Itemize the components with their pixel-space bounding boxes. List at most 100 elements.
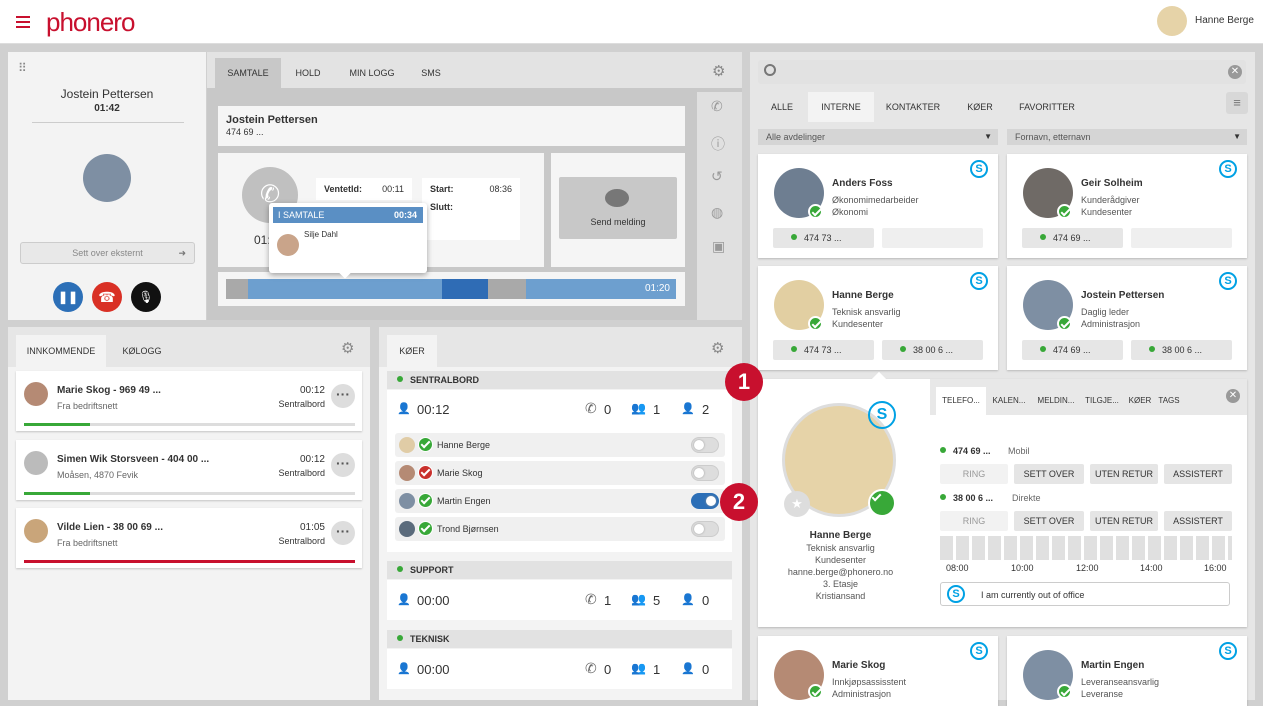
- tab-koer[interactable]: KØER: [956, 92, 1004, 122]
- transfer-button[interactable]: SETT OVER: [1014, 511, 1084, 531]
- assisted-transfer-button[interactable]: ASSISTERT: [1164, 511, 1232, 531]
- clipboard-icon[interactable]: ▣: [712, 238, 725, 255]
- department-select[interactable]: Alle avdelinger ▼: [758, 129, 998, 145]
- incoming-queue: Sentralbord: [278, 399, 325, 409]
- detail-floor: 3. Etasje: [822, 579, 859, 589]
- queue-toggle[interactable]: [691, 465, 719, 481]
- call-number-button[interactable]: 474 69 ...: [1022, 228, 1123, 248]
- hour-label: 10:00: [1011, 563, 1034, 573]
- call-number-button[interactable]: [1131, 228, 1232, 248]
- call-popup[interactable]: I SAMTALE 00:34 Silje Dahl: [269, 203, 427, 279]
- transfer-no-return-button[interactable]: UTEN RETUR: [1090, 464, 1158, 484]
- gear-icon[interactable]: ⚙: [711, 339, 724, 357]
- detail-email[interactable]: hanne.berge@phonero.no: [758, 567, 923, 577]
- calendar-strip: [940, 536, 1232, 560]
- tab-min-logg[interactable]: MIN LOGG: [337, 58, 407, 88]
- pause-button[interactable]: ❚❚: [53, 282, 83, 312]
- tab-innkommende[interactable]: INNKOMMENDE: [16, 335, 106, 367]
- transfer-button[interactable]: SETT OVER: [1014, 464, 1084, 484]
- tab-telefon[interactable]: TELEFO...: [936, 387, 986, 415]
- tab-samtale[interactable]: SAMTALE: [215, 58, 281, 88]
- ring-button[interactable]: RING: [940, 511, 1008, 531]
- tab-interne[interactable]: INTERNE: [808, 92, 874, 122]
- group-icon: 👥: [631, 592, 646, 606]
- more-button[interactable]: ···: [331, 453, 355, 477]
- logo[interactable]: phonero: [46, 7, 135, 38]
- more-button[interactable]: ···: [331, 521, 355, 545]
- search-bar[interactable]: ✕: [758, 60, 1246, 84]
- hour-label: 08:00: [946, 563, 969, 573]
- name-sort-select[interactable]: Fornavn, etternavn ▼: [1007, 129, 1247, 145]
- call-number-button[interactable]: 474 73 ...: [773, 228, 874, 248]
- globe-icon[interactable]: ◍: [711, 204, 723, 221]
- dialpad-icon[interactable]: ⠿: [18, 62, 32, 74]
- transfer-no-return-button[interactable]: UTEN RETUR: [1090, 511, 1158, 531]
- contact-title: Økonomimedarbeider: [832, 195, 919, 205]
- contact-card[interactable]: S Marie Skog Innkjøpsassisstent Administ…: [758, 636, 998, 706]
- phone-icon[interactable]: ✆: [711, 98, 723, 115]
- contact-card[interactable]: S Geir Solheim Kunderådgiver Kundesenter…: [1007, 154, 1247, 258]
- tab-koer[interactable]: KØER: [387, 335, 437, 367]
- tab-kalender[interactable]: KALEN...: [988, 387, 1030, 415]
- tab-alle[interactable]: ALLE: [762, 92, 802, 122]
- queue-header[interactable]: SUPPORT: [387, 561, 732, 579]
- close-icon[interactable]: ✕: [1226, 389, 1240, 403]
- call-number-button[interactable]: 38 00 6 ...: [882, 340, 983, 360]
- queue-header[interactable]: TEKNISK: [387, 630, 732, 648]
- tab-favoritter[interactable]: FAVORITTER: [1012, 92, 1082, 122]
- hour-label: 12:00: [1076, 563, 1099, 573]
- favorite-star-icon[interactable]: ★: [784, 491, 810, 517]
- call-number-button[interactable]: 474 73 ...: [773, 340, 874, 360]
- wait-label: VentetId:: [324, 184, 363, 194]
- contact-card[interactable]: S Hanne Berge Teknisk ansvarlig Kundesen…: [758, 266, 998, 370]
- search-icon[interactable]: [764, 64, 776, 76]
- call-number-button[interactable]: 474 69 ...: [1022, 340, 1123, 360]
- gear-icon[interactable]: ⚙: [341, 339, 354, 357]
- popup-time: 00:34: [393, 210, 417, 220]
- queue-toggle[interactable]: [691, 437, 719, 453]
- queue-toggle[interactable]: [691, 493, 719, 509]
- list-menu-icon[interactable]: ≡: [1226, 92, 1248, 114]
- history-icon[interactable]: ↺: [711, 168, 723, 185]
- gear-icon[interactable]: ⚙: [712, 62, 725, 80]
- tab-tilgjengelighet[interactable]: TILGJE...: [1080, 387, 1124, 415]
- contact-dept: Administrasjon: [832, 689, 892, 699]
- contact-card[interactable]: S Martin Engen Leveranseansvarlig Levera…: [1007, 636, 1247, 706]
- contact-number: 474 69 ...: [1053, 233, 1091, 243]
- user-name[interactable]: Hanne Berge: [1195, 15, 1254, 26]
- tab-kontakter[interactable]: KONTAKTER: [880, 92, 946, 122]
- tab-tags[interactable]: TAGS: [1154, 387, 1184, 415]
- hangup-button[interactable]: ☎: [92, 282, 122, 312]
- info-icon[interactable]: ⓘ: [711, 134, 725, 154]
- menu-icon[interactable]: [16, 16, 30, 28]
- hour-label: 16:00: [1204, 563, 1227, 573]
- incoming-call-item[interactable]: Marie Skog - 969 49 ... Fra bedriftsnett…: [16, 371, 362, 431]
- tab-hold[interactable]: HOLD: [285, 58, 331, 88]
- tab-sms[interactable]: SMS: [411, 58, 451, 88]
- contact-title: Leveranseansvarlig: [1081, 677, 1160, 687]
- mute-button[interactable]: 🎙: [131, 282, 161, 312]
- tab-meldinger[interactable]: MELDIN...: [1034, 387, 1078, 415]
- queue-toggle[interactable]: [691, 521, 719, 537]
- tab-kologg[interactable]: KØLOGG: [114, 335, 170, 367]
- assisted-transfer-button[interactable]: ASSISTERT: [1164, 464, 1232, 484]
- incoming-call-item[interactable]: Simen Wik Storsveen - 404 00 ... Moåsen,…: [16, 440, 362, 500]
- avatar[interactable]: [1157, 6, 1187, 36]
- clear-icon[interactable]: ✕: [1228, 65, 1242, 79]
- contact-card[interactable]: S Anders Foss Økonomimedarbeider Økonomi…: [758, 154, 998, 258]
- arrow-right-icon[interactable]: ➜: [178, 243, 186, 263]
- contact-card[interactable]: S Jostein Pettersen Daglig leder Adminis…: [1007, 266, 1247, 370]
- tab-koer[interactable]: KØER: [1126, 387, 1154, 415]
- ring-button[interactable]: RING: [940, 464, 1008, 484]
- queue-wait: 00:00: [417, 662, 450, 677]
- more-button[interactable]: ···: [331, 384, 355, 408]
- incoming-call-item[interactable]: Vilde Lien - 38 00 69 ... Fra bedriftsne…: [16, 508, 362, 568]
- call-number-button[interactable]: 38 00 6 ...: [1131, 340, 1232, 360]
- contact-title: Daglig leder: [1081, 307, 1130, 317]
- queue-agents: 1: [653, 402, 661, 417]
- send-sms-button[interactable]: Send melding: [559, 177, 677, 239]
- contact-name: Hanne Berge: [832, 290, 894, 301]
- transfer-external-field[interactable]: Sett over eksternt ➜: [20, 242, 195, 264]
- queue-header[interactable]: SENTRALBORD: [387, 371, 732, 389]
- call-number-button[interactable]: [882, 228, 983, 248]
